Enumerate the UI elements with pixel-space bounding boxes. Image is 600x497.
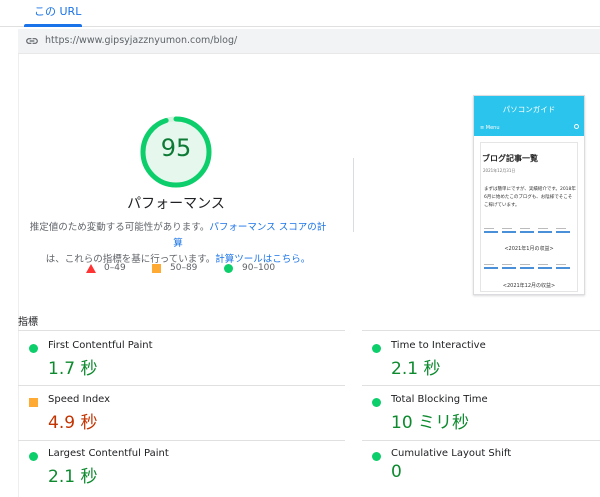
good-indicator-icon — [29, 344, 38, 353]
metric-name: Cumulative Layout Shift — [391, 448, 512, 459]
score-note: 推定値のため変動する可能性があります。パフォーマンス スコアの計算 は、これらの… — [28, 220, 328, 268]
metric-name: First Contentful Paint — [48, 340, 153, 351]
link-icon — [26, 38, 38, 44]
good-indicator-icon — [372, 452, 381, 461]
good-indicator-icon — [372, 344, 381, 353]
performance-label: パフォーマンス — [127, 196, 225, 212]
divider — [353, 158, 354, 232]
metric-name: Total Blocking Time — [391, 394, 488, 405]
metric-value: 2.1 秒 — [391, 359, 441, 379]
thumb-heading: ブログ記事一覧 — [482, 154, 538, 163]
metric-value: 4.9 秒 — [48, 413, 98, 433]
thumb-date: 2021年12月31日 — [483, 168, 516, 173]
metric-name: Speed Index — [48, 394, 111, 405]
panel-border — [18, 54, 19, 497]
metrics-section-label: 指標 — [18, 317, 38, 328]
good-indicator-icon — [29, 452, 38, 461]
note-text-1: 推定値のため変動する可能性があります。 — [29, 222, 210, 233]
tab-this-url[interactable]: この URL — [34, 3, 81, 19]
legend-good-label: 90–100 — [242, 263, 276, 273]
metric-value: 2.1 秒 — [48, 467, 98, 487]
metric-lcp: Largest Contentful Paint 2.1 秒 — [29, 448, 319, 497]
square-icon — [152, 264, 161, 273]
legend-poor-label: 0–49 — [104, 263, 126, 273]
rule — [18, 330, 345, 331]
tab-bar: この URL — [0, 0, 600, 27]
performance-score: 95 — [160, 134, 192, 162]
thumb-header: パソコンガイド ≡ Menu — [474, 96, 584, 136]
rule — [362, 330, 600, 331]
triangle-icon — [86, 264, 96, 273]
rule — [362, 385, 600, 386]
metric-value: 1.7 秒 — [48, 359, 98, 379]
average-indicator-icon — [29, 398, 38, 407]
metric-tti: Time to Interactive 2.1 秒 — [372, 340, 600, 390]
circle-icon — [224, 264, 233, 273]
metric-tbt: Total Blocking Time 10 ミリ秒 — [372, 394, 600, 444]
thumb-subheading-2: <2021年12月の収益> — [502, 283, 556, 289]
tab-active-indicator — [24, 24, 82, 27]
url-bar: https://www.gipsyjazznyumon.com/blog/ — [18, 29, 600, 54]
rule — [18, 440, 345, 441]
thumb-stats-row-2 — [484, 262, 574, 272]
metric-cls: Cumulative Layout Shift 0 — [372, 448, 600, 497]
thumb-subheading-1: <2021年1月の収益> — [504, 246, 554, 252]
metric-fcp: First Contentful Paint 1.7 秒 — [29, 340, 319, 390]
good-indicator-icon — [372, 398, 381, 407]
url-text: https://www.gipsyjazznyumon.com/blog/ — [45, 35, 238, 46]
metric-speed-index: Speed Index 4.9 秒 — [29, 394, 319, 444]
page-screenshot-thumbnail: パソコンガイド ≡ Menu ブログ記事一覧 2021年12月31日 まずは簡単… — [473, 95, 585, 295]
thumb-body: まずは簡単にですが、実績紹介です。2018年6月に始めたこのブログも、お陰様でそ… — [484, 187, 576, 208]
rule — [18, 385, 345, 386]
thumb-stats-row-1 — [484, 226, 574, 236]
metric-name: Largest Contentful Paint — [48, 448, 169, 459]
metric-name: Time to Interactive — [391, 340, 486, 351]
thumb-site-title: パソコンガイド — [502, 105, 556, 114]
legend-average-label: 50–89 — [170, 263, 198, 273]
thumb-menu: ≡ Menu — [480, 125, 500, 131]
thumb-search-icon — [574, 124, 579, 129]
metric-value: 10 ミリ秒 — [391, 413, 470, 433]
rule — [362, 440, 600, 441]
metric-value: 0 — [391, 462, 402, 482]
